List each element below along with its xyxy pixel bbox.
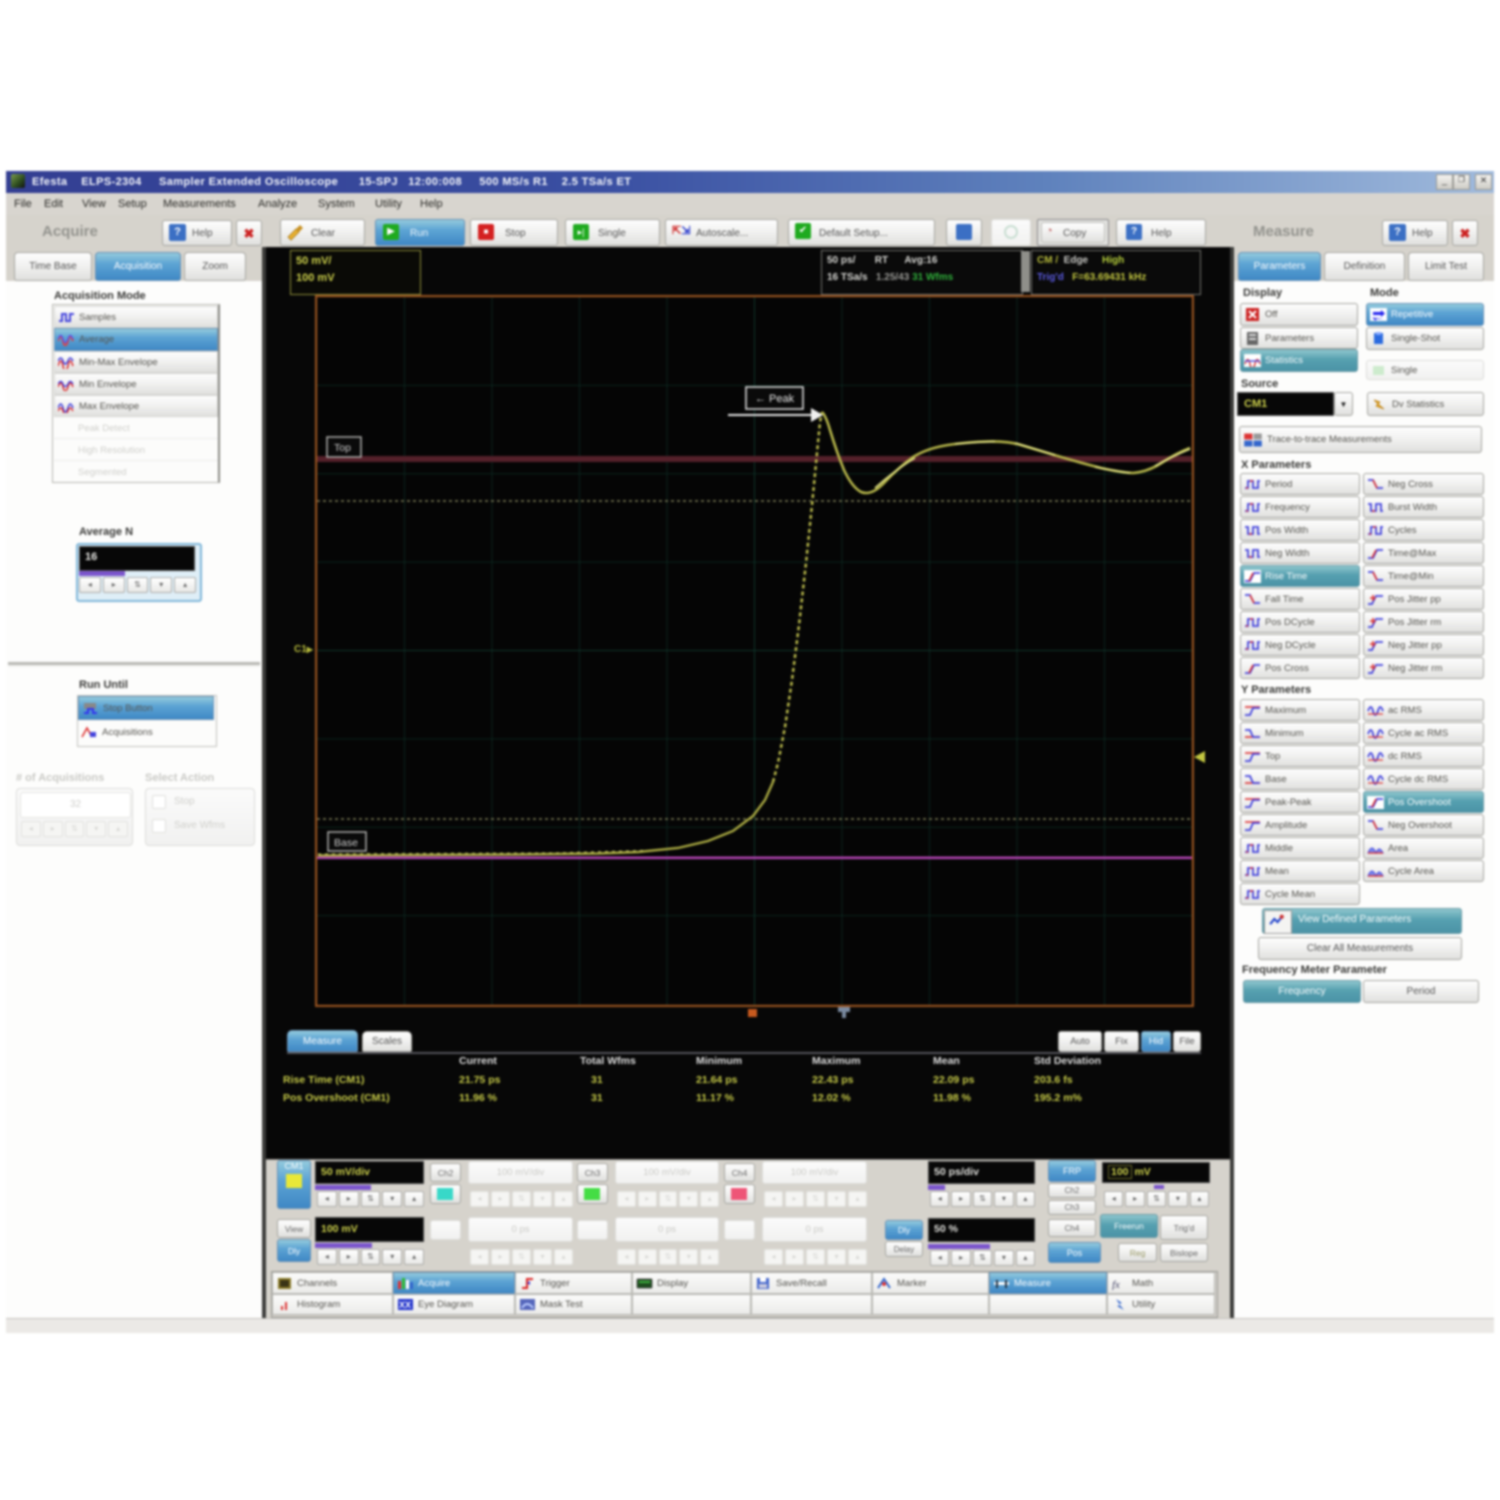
svg-text:Base: Base: [334, 837, 358, 849]
svg-text:← Peak: ← Peak: [755, 393, 795, 405]
svg-text:XX: XX: [399, 1300, 411, 1310]
svg-text:Top: Top: [334, 442, 351, 454]
svg-text:fx: fx: [1112, 1279, 1120, 1290]
